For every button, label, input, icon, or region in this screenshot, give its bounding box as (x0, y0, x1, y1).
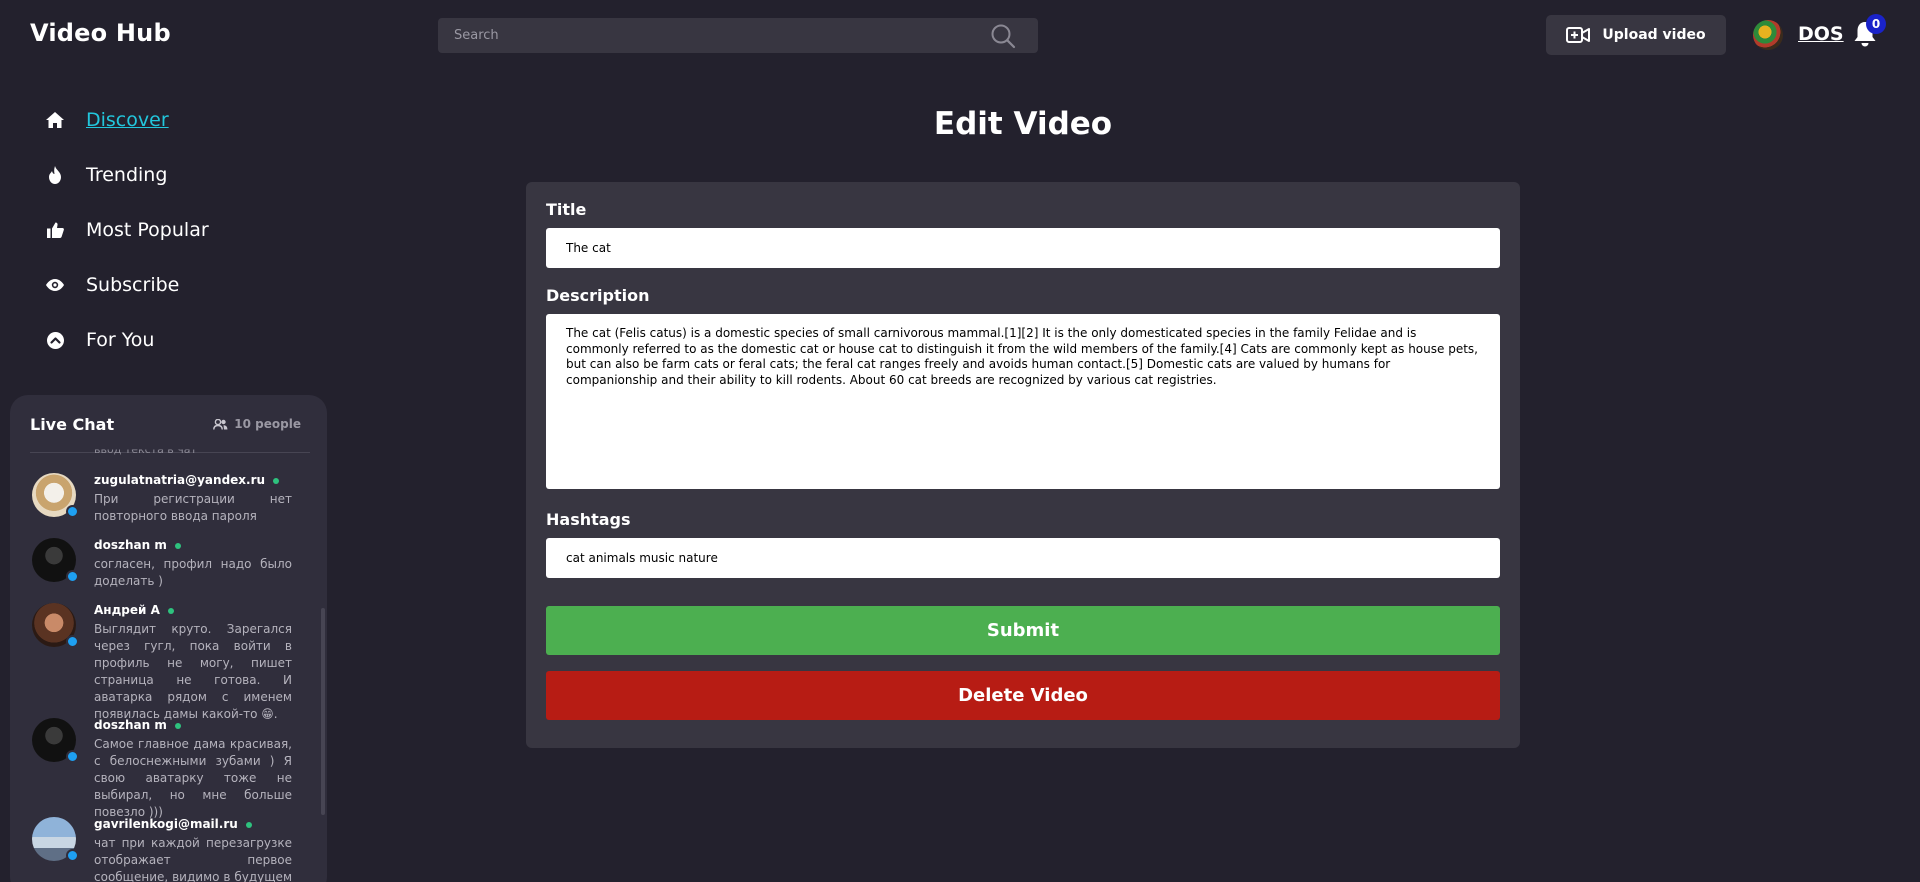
eye-icon (46, 279, 64, 291)
online-dot (273, 477, 280, 484)
home-icon (46, 112, 64, 128)
chat-people-count: 10 people (213, 417, 301, 431)
sidebar-item-label: For You (86, 329, 155, 351)
notification-badge: 0 (1866, 14, 1886, 34)
chat-scrollbar[interactable] (321, 608, 325, 815)
sidebar-item-discover[interactable]: Discover (46, 105, 169, 135)
sidebar-item-label: Trending (86, 164, 168, 186)
sidebar-item-trending[interactable]: Trending (46, 160, 167, 190)
verified-icon (66, 570, 79, 583)
title-input[interactable] (546, 228, 1500, 268)
chat-message-text: чат при каждой перезагрузке отображает п… (94, 836, 292, 882)
title-label: Title (546, 200, 587, 219)
submit-button[interactable]: Submit (546, 606, 1500, 655)
chat-message-cut: ввод текста в чат (94, 443, 197, 457)
hashtags-input[interactable] (546, 538, 1500, 578)
edit-video-form: Title Description The cat (Felis catus) … (526, 182, 1520, 748)
sidebar-item-most-popular[interactable]: Most Popular (46, 215, 209, 245)
chat-message-text: Самое главное дама красивая, с белоснежн… (94, 737, 292, 819)
people-icon (213, 418, 228, 430)
live-chat-title: Live Chat (30, 415, 115, 434)
sidebar-item-label: Most Popular (86, 219, 209, 241)
chat-message-text: согласен, профил надо было доделать ) (94, 557, 292, 588)
search-bar (438, 18, 1038, 53)
user-name-link[interactable]: DOS (1798, 23, 1844, 45)
chat-user-name[interactable]: Андрей А (94, 603, 174, 617)
page-title: Edit Video (933, 106, 1113, 142)
sidebar-item-label: Discover (86, 109, 169, 131)
online-dot (167, 607, 174, 614)
verified-icon (66, 849, 79, 862)
chat-user-name[interactable]: zugulatnatria@yandex.ru (94, 473, 280, 487)
hashtags-label: Hashtags (546, 510, 631, 529)
logo[interactable]: Video Hub (30, 19, 171, 47)
upload-video-button[interactable]: Upload video (1546, 15, 1726, 55)
online-dot (174, 542, 181, 549)
chat-user-name[interactable]: gavrilenkogi@mail.ru (94, 817, 252, 831)
sidebar-item-label: Subscribe (86, 274, 180, 296)
online-dot (174, 722, 181, 729)
thumbs-up-icon (46, 222, 64, 238)
flame-icon (49, 166, 61, 184)
chevron-up-circle-icon (46, 331, 64, 349)
online-dot (245, 821, 252, 828)
description-textarea[interactable]: The cat (Felis catus) is a domestic spec… (546, 314, 1500, 489)
description-label: Description (546, 286, 650, 305)
verified-icon (66, 750, 79, 763)
chat-user-name[interactable]: doszhan m (94, 538, 181, 552)
header: Video Hub Upload video DOS 0 (0, 0, 1920, 70)
search-input[interactable] (438, 18, 978, 53)
live-chat-panel: Live Chat 10 people ввод текста в чат zu… (10, 395, 327, 882)
chat-user-name[interactable]: doszhan m (94, 718, 181, 732)
verified-icon (66, 505, 79, 518)
user-avatar[interactable] (1753, 20, 1783, 50)
sidebar-item-subscribe[interactable]: Subscribe (46, 270, 179, 300)
upload-video-label: Upload video (1602, 27, 1706, 43)
chat-message-text: Выглядит круто. Зарегался через гугл, по… (94, 622, 292, 721)
search-icon[interactable] (990, 23, 1016, 49)
delete-video-button[interactable]: Delete Video (546, 671, 1500, 720)
chat-people-label: 10 people (234, 417, 301, 431)
verified-icon (66, 635, 79, 648)
chat-message-text: При регистрации нет повторного ввода пар… (94, 492, 292, 523)
video-camera-plus-icon (1566, 27, 1591, 43)
sidebar-item-for-you[interactable]: For You (46, 325, 154, 355)
